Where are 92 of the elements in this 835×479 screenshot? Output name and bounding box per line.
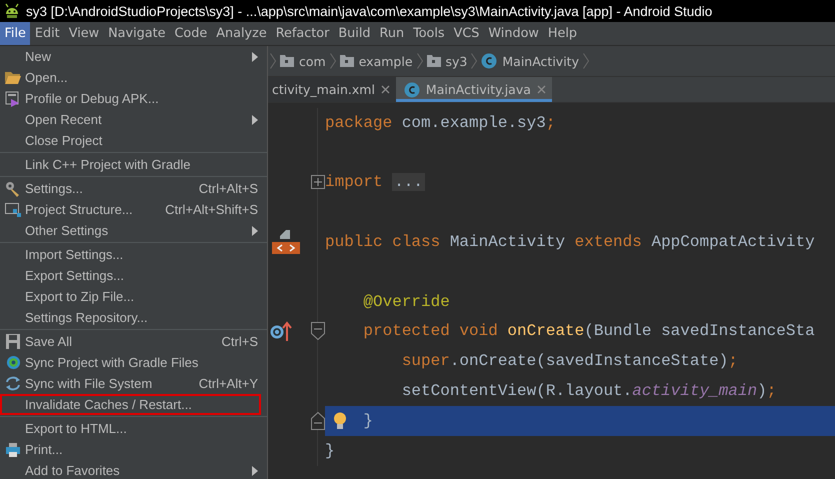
breadcrumb-item[interactable]: MainActivity bbox=[502, 54, 579, 68]
code-token: MainActivity bbox=[448, 233, 566, 252]
menu-item[interactable]: Window bbox=[484, 22, 544, 45]
menu-item[interactable]: Invalidate Caches / Restart... bbox=[0, 394, 261, 415]
shortcut-label: Ctrl+Alt+Y bbox=[198, 376, 258, 391]
shortcut-label: Ctrl+S bbox=[222, 334, 258, 349]
menu-item[interactable]: Export Settings... bbox=[0, 265, 267, 286]
profile-icon bbox=[5, 90, 21, 106]
menu-item[interactable]: Save All Ctrl+S bbox=[0, 331, 267, 352]
menu-item[interactable]: Add to Favorites bbox=[0, 460, 267, 479]
menu-item[interactable]: Sync with File System Ctrl+Alt+Y bbox=[0, 373, 267, 394]
menu-item[interactable]: Analyze bbox=[212, 22, 272, 45]
android-icon bbox=[4, 3, 20, 19]
menu-item[interactable]: View bbox=[64, 22, 104, 45]
menu-item[interactable]: Profile or Debug APK... bbox=[0, 88, 267, 109]
breadcrumb-item[interactable]: sy3 bbox=[446, 54, 468, 68]
code-token: setContentView(R.layout. bbox=[400, 382, 632, 400]
code-token: extends bbox=[574, 233, 642, 252]
menu-item[interactable]: Refactor bbox=[271, 22, 334, 45]
class-icon bbox=[481, 53, 498, 69]
menu-item[interactable]: Export to Zip File... bbox=[0, 286, 267, 307]
chevron-icon bbox=[471, 53, 478, 69]
menu-item[interactable]: Tools bbox=[408, 22, 450, 45]
code-token: ; bbox=[728, 352, 738, 370]
wrench-icon bbox=[5, 180, 21, 196]
code-token: (Bundle savedInstanceSta bbox=[584, 322, 815, 340]
class-icon bbox=[404, 82, 420, 98]
code-token: } bbox=[363, 412, 374, 430]
sync-icon bbox=[5, 376, 21, 391]
code-token: package bbox=[325, 114, 392, 132]
code-token: @Override bbox=[362, 292, 450, 311]
lightbulb-icon[interactable] bbox=[333, 412, 347, 430]
code-token: ; bbox=[546, 114, 556, 132]
menu-item[interactable]: Build bbox=[334, 22, 376, 45]
code-token: AppCompatActivity bbox=[650, 233, 815, 252]
chevron-icon bbox=[330, 53, 336, 69]
menu-item[interactable]: Import Settings... bbox=[0, 244, 267, 265]
close-icon[interactable] bbox=[380, 85, 390, 94]
override-icon[interactable] bbox=[270, 320, 292, 342]
code-token: ) bbox=[757, 382, 767, 400]
window-title: sy3 [D:\AndroidStudioProjects\sy3] - ...\app\src\main\java\com\example\sy3\MainActivity.java [app] - Android Studio bbox=[26, 4, 712, 18]
menu-item[interactable]: Close Project bbox=[0, 130, 267, 151]
code-token: com.example.sy3 bbox=[400, 114, 546, 132]
structure-icon bbox=[5, 202, 21, 216]
menu-item[interactable]: Export to HTML... bbox=[0, 418, 267, 439]
printer-icon bbox=[5, 442, 21, 458]
menu-item[interactable]: Other Settings bbox=[0, 220, 267, 241]
menu-item[interactable]: Code bbox=[170, 22, 212, 45]
menu-item[interactable]: Navigate bbox=[104, 22, 170, 45]
code-token: import bbox=[325, 173, 383, 192]
expand-fold-icon[interactable] bbox=[311, 175, 325, 190]
code-token: ; bbox=[766, 382, 776, 400]
breadcrumb-item[interactable]: example bbox=[358, 54, 413, 68]
layout-icon[interactable] bbox=[272, 228, 300, 256]
menu-item[interactable]: Open... bbox=[0, 67, 267, 88]
menu-item[interactable]: VCS bbox=[449, 22, 484, 45]
menu-item[interactable]: Edit bbox=[30, 22, 64, 45]
code-token: .onCreate(savedInstanceState) bbox=[450, 352, 728, 370]
menu-item[interactable]: File bbox=[0, 22, 30, 45]
code-token: } bbox=[325, 442, 335, 460]
menu-item[interactable]: Print... bbox=[0, 439, 267, 460]
menu-item[interactable]: Run bbox=[375, 22, 409, 45]
breadcrumb-item[interactable]: com bbox=[299, 54, 326, 68]
code-token: protected void bbox=[362, 322, 498, 340]
chevron-icon bbox=[270, 53, 276, 69]
menu-item[interactable]: Settings Repository... bbox=[0, 307, 267, 328]
menu-item[interactable]: Open Recent bbox=[0, 109, 267, 130]
editor-tab[interactable]: ctivity_main.xml bbox=[268, 77, 396, 102]
menu-item[interactable]: Project Structure... Ctrl+Alt+Shift+S bbox=[0, 199, 267, 220]
menu-item[interactable]: Settings... Ctrl+Alt+S bbox=[0, 178, 267, 199]
gradle-sync-icon bbox=[6, 355, 20, 370]
chevron-icon bbox=[416, 53, 423, 69]
folder-icon bbox=[426, 55, 441, 67]
shortcut-label: Ctrl+Alt+S bbox=[198, 181, 258, 196]
menu-item[interactable]: New bbox=[0, 46, 267, 67]
floppy-icon bbox=[6, 334, 20, 349]
chevron-icon bbox=[582, 53, 589, 69]
menu-item[interactable]: Sync Project with Gradle Files bbox=[0, 352, 267, 373]
code-token: onCreate bbox=[506, 322, 584, 340]
code-token: super bbox=[400, 352, 450, 370]
folder-icon bbox=[5, 71, 21, 84]
editor-tab[interactable]: MainActivity.java bbox=[396, 77, 552, 102]
menu-item[interactable]: Help bbox=[543, 22, 582, 45]
folder-icon bbox=[340, 55, 354, 67]
code-token: activity_main bbox=[632, 382, 758, 400]
shortcut-label: Ctrl+Alt+Shift+S bbox=[165, 202, 258, 217]
fold-icon[interactable] bbox=[311, 322, 325, 340]
fold-icon[interactable] bbox=[311, 412, 325, 430]
code-token: public class bbox=[325, 233, 440, 252]
folded-code: ... bbox=[392, 173, 426, 192]
folder-icon bbox=[280, 55, 294, 67]
menu-item[interactable]: Link C++ Project with Gradle bbox=[0, 154, 267, 175]
